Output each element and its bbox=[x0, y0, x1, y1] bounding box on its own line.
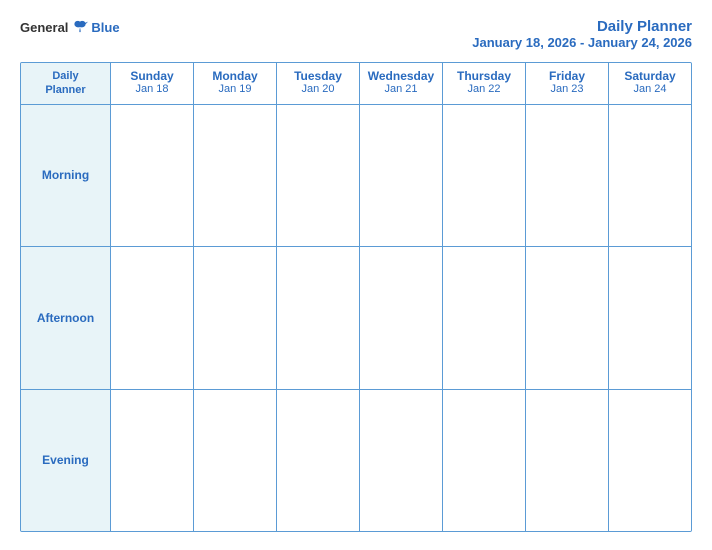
header-day-6: Saturday Jan 24 bbox=[609, 63, 691, 104]
label-morning: Morning bbox=[21, 105, 111, 246]
cell-morning-2[interactable] bbox=[277, 105, 360, 246]
header-day-3: Wednesday Jan 21 bbox=[360, 63, 443, 104]
logo-blue-text: Blue bbox=[91, 20, 119, 35]
cell-evening-2[interactable] bbox=[277, 390, 360, 531]
cell-morning-4[interactable] bbox=[443, 105, 526, 246]
cell-afternoon-1[interactable] bbox=[194, 247, 277, 388]
cell-morning-3[interactable] bbox=[360, 105, 443, 246]
row-evening: Evening bbox=[21, 390, 691, 531]
header: General Blue Daily Planner January 18, 2… bbox=[20, 18, 692, 50]
page: General Blue Daily Planner January 18, 2… bbox=[0, 0, 712, 550]
row-afternoon: Afternoon bbox=[21, 247, 691, 389]
title-area: Daily Planner January 18, 2026 - January… bbox=[472, 18, 692, 50]
cell-afternoon-0[interactable] bbox=[111, 247, 194, 388]
label-evening: Evening bbox=[21, 390, 111, 531]
logo-area: General Blue bbox=[20, 18, 120, 36]
header-day-4: Thursday Jan 22 bbox=[443, 63, 526, 104]
calendar-header-row: Daily Planner Sunday Jan 18 Monday Jan 1… bbox=[21, 63, 691, 105]
cell-evening-6[interactable] bbox=[609, 390, 691, 531]
logo: General Blue bbox=[20, 18, 120, 36]
cell-afternoon-4[interactable] bbox=[443, 247, 526, 388]
calendar-body: Morning Afternoon bbox=[21, 105, 691, 531]
cell-morning-5[interactable] bbox=[526, 105, 609, 246]
cell-evening-5[interactable] bbox=[526, 390, 609, 531]
cell-afternoon-3[interactable] bbox=[360, 247, 443, 388]
header-day-5: Friday Jan 23 bbox=[526, 63, 609, 104]
logo-general-text: General bbox=[20, 20, 68, 35]
row-morning: Morning bbox=[21, 105, 691, 247]
cell-afternoon-6[interactable] bbox=[609, 247, 691, 388]
header-label-cell: Daily Planner bbox=[21, 63, 111, 104]
header-day-2: Tuesday Jan 20 bbox=[277, 63, 360, 104]
cell-morning-6[interactable] bbox=[609, 105, 691, 246]
cell-evening-3[interactable] bbox=[360, 390, 443, 531]
planner-title: Daily Planner bbox=[472, 18, 692, 35]
cell-evening-4[interactable] bbox=[443, 390, 526, 531]
header-day-1: Monday Jan 19 bbox=[194, 63, 277, 104]
cell-evening-1[interactable] bbox=[194, 390, 277, 531]
cell-afternoon-5[interactable] bbox=[526, 247, 609, 388]
cell-morning-1[interactable] bbox=[194, 105, 277, 246]
calendar: Daily Planner Sunday Jan 18 Monday Jan 1… bbox=[20, 62, 692, 532]
header-day-0: Sunday Jan 18 bbox=[111, 63, 194, 104]
header-daily: Daily Planner bbox=[25, 69, 106, 98]
label-afternoon: Afternoon bbox=[21, 247, 111, 388]
cell-morning-0[interactable] bbox=[111, 105, 194, 246]
planner-subtitle: January 18, 2026 - January 24, 2026 bbox=[472, 35, 692, 50]
logo-bird-icon bbox=[71, 18, 89, 36]
cell-afternoon-2[interactable] bbox=[277, 247, 360, 388]
cell-evening-0[interactable] bbox=[111, 390, 194, 531]
